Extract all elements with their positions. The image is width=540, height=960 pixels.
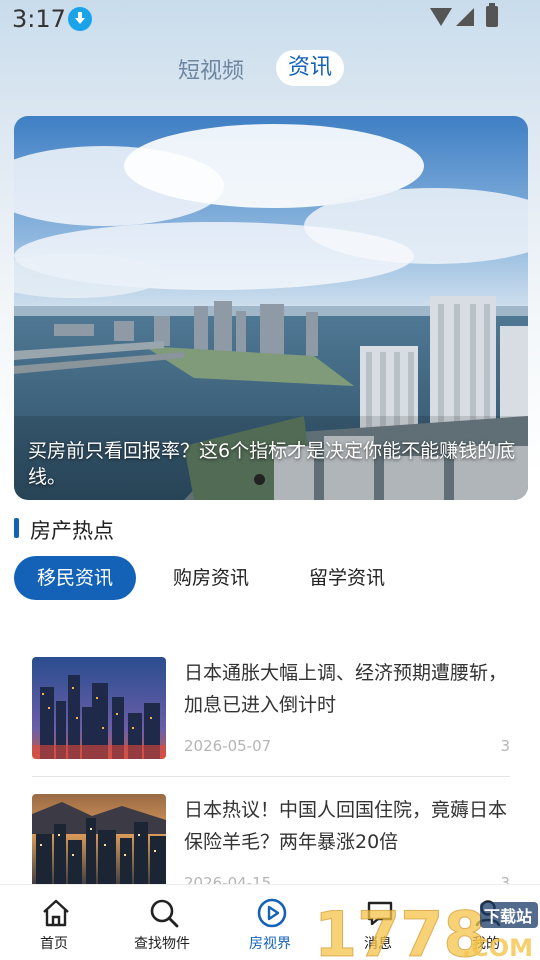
news-view-count: 3 bbox=[500, 737, 510, 755]
top-tabs: 短视频 资讯 bbox=[0, 50, 540, 90]
watermark-logo: 1778 下载站 .COM bbox=[314, 898, 538, 960]
svg-text:.COM: .COM bbox=[462, 934, 533, 960]
nav-house-view-label: 房视界 bbox=[249, 936, 291, 952]
status-time: 3:17 bbox=[12, 5, 66, 33]
news-date: 2026-05-07 bbox=[184, 737, 272, 755]
nav-search[interactable]: 查找物件 bbox=[112, 885, 212, 960]
news-thumbnail bbox=[32, 794, 166, 896]
carousel-indicator bbox=[254, 474, 265, 485]
banner-carousel[interactable]: 买房前只看回报率？这6个指标才是决定你能不能赚钱的底线。 bbox=[14, 116, 528, 500]
download-icon bbox=[68, 7, 92, 31]
signal-icon bbox=[456, 8, 474, 26]
category-tabs: 移民资讯 购房资讯 留学资讯 bbox=[14, 556, 526, 602]
nav-house-view[interactable]: 房视界 bbox=[220, 885, 320, 960]
nav-home[interactable]: 首页 bbox=[4, 885, 104, 960]
nav-home-label: 首页 bbox=[40, 936, 68, 952]
nav-search-label: 查找物件 bbox=[134, 936, 190, 952]
tab-purchase-news[interactable]: 购房资讯 bbox=[152, 556, 270, 600]
wifi-icon bbox=[430, 8, 452, 26]
tab-study-abroad-news[interactable]: 留学资讯 bbox=[288, 556, 406, 600]
tab-short-video[interactable]: 短视频 bbox=[178, 53, 244, 85]
news-title: 日本通胀大幅上调、经济预期遭腰斩，加息已进入倒计时 bbox=[184, 662, 508, 716]
news-thumbnail bbox=[32, 657, 166, 759]
home-icon bbox=[43, 899, 69, 927]
svg-text:1778: 1778 bbox=[314, 898, 487, 960]
play-circle-icon bbox=[257, 898, 287, 928]
battery-icon bbox=[486, 3, 498, 27]
tab-immigration-news[interactable]: 移民资讯 bbox=[14, 556, 136, 600]
section-title-bar bbox=[14, 518, 19, 538]
divider bbox=[32, 776, 510, 777]
section-title-text: 房产热点 bbox=[30, 519, 114, 543]
news-title: 日本热议！中国人回国住院，竟薅日本保险羊毛？两年暴涨20倍 bbox=[184, 799, 508, 853]
tab-news[interactable]: 资讯 bbox=[276, 50, 344, 86]
banner-caption: 买房前只看回报率？这6个指标才是决定你能不能赚钱的底线。 bbox=[28, 440, 516, 488]
search-icon bbox=[150, 899, 179, 928]
news-item[interactable]: 日本通胀大幅上调、经济预期遭腰斩，加息已进入倒计时 2026-05-07 3 bbox=[32, 657, 510, 775]
status-bar: 3:17 bbox=[0, 0, 540, 36]
svg-text:下载站: 下载站 bbox=[484, 907, 532, 926]
